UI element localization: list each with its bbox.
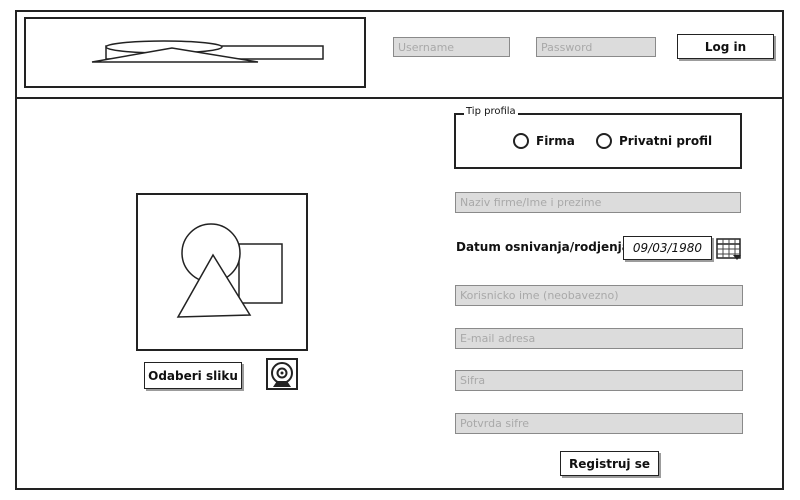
header-divider <box>15 97 784 99</box>
date-input[interactable]: 09/03/1980 <box>623 236 712 260</box>
choose-photo-button[interactable]: Odaberi sliku <box>144 362 242 389</box>
header-password-input[interactable] <box>536 37 656 57</box>
image-placeholder-icon <box>176 223 283 318</box>
password-input[interactable] <box>455 370 743 391</box>
username-input[interactable] <box>455 285 743 306</box>
radio-firma-label: Firma <box>536 134 575 148</box>
radio-circle-icon <box>513 133 529 149</box>
name-input[interactable] <box>455 192 741 213</box>
radio-circle-icon <box>596 133 612 149</box>
radio-firma[interactable]: Firma <box>513 133 575 149</box>
date-label: Datum osnivanja/rodjenja <box>456 240 630 254</box>
webcam-icon[interactable] <box>266 358 298 390</box>
logo-placeholder-icon <box>91 40 324 63</box>
confirm-password-input[interactable] <box>455 413 743 434</box>
profile-type-legend: Tip profila <box>464 106 518 118</box>
register-button[interactable]: Registruj se <box>560 451 659 476</box>
profile-photo-placeholder <box>136 193 308 351</box>
radio-privatni-profil[interactable]: Privatni profil <box>596 133 712 149</box>
login-button[interactable]: Log in <box>677 34 774 59</box>
email-input[interactable] <box>455 328 743 349</box>
calendar-icon[interactable] <box>716 237 743 261</box>
header-username-input[interactable] <box>393 37 510 57</box>
logo-placeholder <box>24 17 366 88</box>
radio-privatni-label: Privatni profil <box>619 134 713 148</box>
